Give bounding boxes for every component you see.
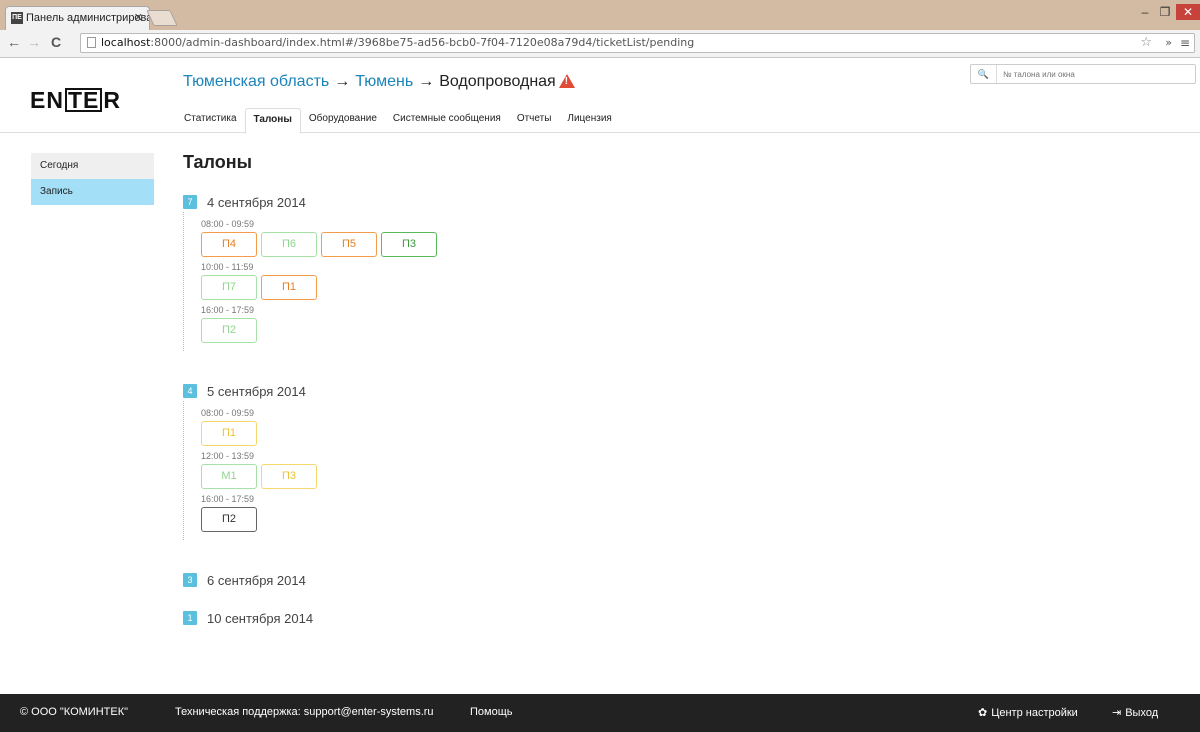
day-slots: 08:00 - 09:59 П1 12:00 - 13:59 М1 П3 16:00 - …	[183, 401, 983, 540]
bookmark-star-icon[interactable]: ☆	[1140, 34, 1152, 52]
extensions-chevron-icon[interactable]: »	[1165, 34, 1172, 52]
ticket-button[interactable]: П3	[381, 232, 437, 257]
slot-time: 08:00 - 09:59	[201, 219, 255, 229]
slot-time: 16:00 - 17:59	[201, 494, 255, 504]
tab-tickets[interactable]: Талоны	[244, 108, 301, 134]
footer-logout-link[interactable]: ⇥ Выход	[1112, 706, 1158, 719]
ticket-button[interactable]: П1	[261, 275, 317, 300]
breadcrumb-current: Водопроводная	[439, 73, 556, 90]
page-title: Талоны	[183, 152, 252, 172]
breadcrumb-arrow: →	[418, 73, 435, 90]
ticket-button[interactable]: П3	[261, 464, 317, 489]
ticket-button[interactable]: П2	[201, 318, 257, 343]
ticket-button[interactable]: П7	[201, 275, 257, 300]
search-box: 🔍	[970, 64, 1196, 84]
day-group: 3 6 сентября 2014	[183, 570, 983, 590]
browser-tab-title: Панель администрирова	[26, 12, 150, 24]
tab-equipment[interactable]: Оборудование	[301, 108, 385, 133]
tab-close-icon[interactable]: ✕	[134, 7, 143, 29]
back-arrow-icon[interactable]: ←	[6, 34, 22, 50]
browser-toolbar: ← → C localhost:8000/admin-dashboard/ind…	[0, 30, 1200, 58]
day-slots: 08:00 - 09:59 П4 П6 П5 П3 10:00 - 11:59 П7 П1 16…	[183, 212, 983, 351]
ticket-button[interactable]: П5	[321, 232, 377, 257]
address-bar[interactable]: localhost:8000/admin-dashboard/index.htm…	[80, 33, 1195, 53]
ticket-button[interactable]: П4	[201, 232, 257, 257]
slot-time: 08:00 - 09:59	[201, 408, 255, 418]
ticket-row: П2	[201, 507, 983, 532]
favicon-icon: ПЕ	[11, 12, 23, 24]
breadcrumb-city-link[interactable]: Тюмень	[355, 73, 413, 90]
breadcrumb-arrow: →	[334, 73, 351, 90]
nav-tabs: Статистика Талоны Оборудование Системные…	[176, 108, 620, 134]
enter-logo[interactable]: EN TE R	[30, 87, 121, 114]
menu-icon[interactable]: ≡	[1180, 34, 1190, 52]
breadcrumb: Тюменская область → Тюмень → Водопроводная	[183, 72, 575, 91]
day-group: 7 4 сентября 2014 08:00 - 09:59 П4 П6 П5 П3 10:…	[183, 192, 983, 351]
day-date: 4 сентября 2014	[207, 194, 306, 210]
maximize-icon[interactable]: ❐	[1154, 4, 1176, 20]
minimize-icon[interactable]: –	[1134, 4, 1156, 20]
slot-time: 12:00 - 13:59	[201, 451, 255, 461]
forward-arrow-icon[interactable]: →	[26, 34, 42, 50]
browser-tab[interactable]: ПЕ Панель администрирова ✕	[5, 6, 150, 30]
slot-time: 16:00 - 17:59	[201, 305, 255, 315]
day-count-badge: 4	[183, 384, 197, 398]
url-host: localhost	[101, 36, 151, 49]
warning-icon[interactable]	[558, 74, 575, 88]
footer-copyright: © ООО "КОМИНТЕК"	[20, 706, 129, 718]
day-date: 6 сентября 2014	[207, 572, 306, 588]
day-date: 10 сентября 2014	[207, 610, 314, 626]
day-list: 74 сентября 2014 08:00 - 09:59 П4 П6 П5 П3 10:…	[183, 192, 983, 628]
url-path: :8000/admin-dashboard/index.html#/3968be…	[150, 36, 695, 49]
breadcrumb-region-link[interactable]: Тюменская область	[183, 73, 329, 90]
sidebar-item-today[interactable]: Сегодня	[31, 153, 154, 179]
ticket-button[interactable]: П2	[201, 507, 257, 532]
day-header[interactable]: 3 6 сентября 2014	[183, 570, 983, 590]
day-group: 4 5 сентября 2014 08:00 - 09:59 П1 12:00 - 1…	[183, 381, 983, 540]
search-icon[interactable]: 🔍	[971, 65, 997, 83]
main-content: Талоны 7 4 сентября 2014 08:00 - 09:59 П4 П6…	[183, 152, 983, 646]
footer-settings-label: Центр настройки	[991, 707, 1078, 719]
ticket-row: П4 П6 П5 П3	[201, 232, 983, 257]
new-tab-button[interactable]	[146, 10, 178, 26]
search-input[interactable]	[1003, 67, 1188, 81]
tab-system-messages[interactable]: Системные сообщения	[385, 108, 509, 133]
day-header[interactable]: 1 10 сентября 2014	[183, 608, 983, 628]
window-close-icon[interactable]: ✕	[1176, 4, 1200, 20]
ticket-button[interactable]: М1	[201, 464, 257, 489]
ticket-row: П2	[201, 318, 983, 343]
tab-statistics[interactable]: Статистика	[176, 108, 245, 133]
ticket-row: П1	[201, 421, 983, 446]
day-count-badge: 1	[183, 611, 197, 625]
footer-logout-label: Выход	[1125, 707, 1159, 719]
day-group: 1 10 сентября 2014	[183, 608, 983, 628]
reload-icon[interactable]: C	[48, 34, 64, 50]
day-count-badge: 3	[183, 573, 197, 587]
logout-icon: ⇥	[1112, 707, 1122, 719]
ticket-row: М1 П3	[201, 464, 983, 489]
app-header: EN TE R Тюменская область → Тюмень → Водопрово…	[0, 58, 1200, 134]
page-icon	[87, 37, 96, 48]
sidebar-item-appointments[interactable]: Запись	[31, 179, 154, 205]
day-header[interactable]: 4 5 сентября 2014	[183, 381, 983, 401]
footer-support: Техническая поддержка: support@enter-sys…	[175, 706, 434, 718]
day-date: 5 сентября 2014	[207, 383, 306, 399]
ticket-button[interactable]: П6	[261, 232, 317, 257]
tab-reports[interactable]: Отчеты	[509, 108, 560, 133]
ticket-row: П7 П1	[201, 275, 983, 300]
sidebar: Сегодня Запись	[31, 153, 154, 205]
footer: © ООО "КОМИНТЕК" Техническая поддержка: …	[0, 694, 1200, 732]
tab-license[interactable]: Лицензия	[559, 108, 619, 133]
day-count-badge: 7	[183, 195, 197, 209]
footer-help-link[interactable]: Помощь	[470, 706, 513, 718]
slot-time: 10:00 - 11:59	[201, 262, 254, 272]
day-header[interactable]: 7 4 сентября 2014	[183, 192, 983, 212]
footer-settings-link[interactable]: ✿ Центр настройки	[978, 706, 1078, 719]
ticket-button[interactable]: П1	[201, 421, 257, 446]
gear-icon: ✿	[978, 707, 988, 719]
browser-tabstrip: ПЕ Панель администрирова ✕ – ❐ ✕	[0, 0, 1200, 30]
